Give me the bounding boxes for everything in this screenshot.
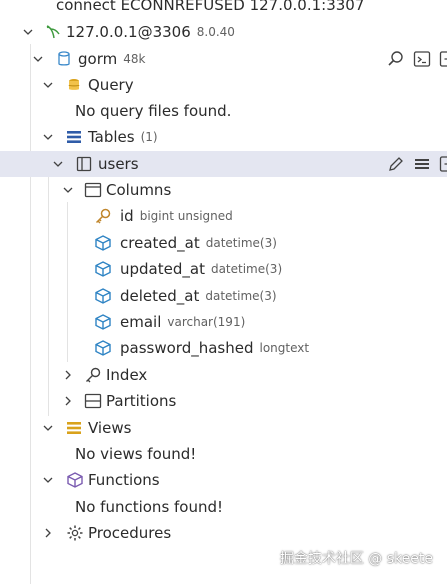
database-size: 48k — [123, 52, 146, 66]
views-label: Views — [88, 419, 132, 437]
column-name: created_at — [120, 234, 200, 252]
column-type: bigint unsigned — [139, 209, 233, 223]
cube-icon — [66, 467, 88, 493]
tables-icon — [66, 124, 88, 150]
database-explorer-tree: connect ECONNREFUSED 127.0.0.1:3307 127.… — [0, 0, 447, 584]
views-empty-message: No views found! — [75, 445, 197, 463]
chevron-down-icon[interactable] — [40, 72, 56, 98]
columns-node[interactable]: Columns — [0, 177, 447, 203]
table-node-users[interactable]: users — [0, 151, 447, 177]
chevron-down-icon[interactable] — [50, 151, 66, 177]
database-node[interactable]: gorm 48k — [0, 46, 447, 72]
views-node[interactable]: Views — [0, 415, 447, 441]
column-node[interactable]: id bigint unsigned — [0, 203, 447, 229]
tables-count: (1) — [140, 130, 158, 144]
list-icon[interactable] — [412, 154, 432, 174]
partitions-icon — [84, 388, 106, 414]
column-node[interactable]: deleted_at datetime(3) — [0, 283, 447, 309]
column-name: updated_at — [120, 260, 205, 278]
database-icon — [56, 46, 78, 72]
tables-node[interactable]: Tables (1) — [0, 124, 447, 150]
search-icon[interactable] — [386, 49, 406, 69]
column-type: datetime(3) — [205, 289, 277, 303]
chevron-down-icon[interactable] — [40, 467, 56, 493]
terminal-icon[interactable] — [412, 49, 432, 69]
views-icon — [66, 415, 88, 441]
coins-icon — [66, 72, 88, 98]
connection-error-text: connect ECONNREFUSED 127.0.0.1:3307 — [56, 0, 365, 14]
database-name: gorm — [78, 50, 118, 68]
functions-label: Functions — [88, 471, 160, 489]
functions-node[interactable]: Functions — [0, 467, 447, 493]
query-empty-row: No query files found. — [0, 98, 447, 124]
query-empty-message: No query files found. — [75, 102, 232, 120]
index-label: Index — [106, 366, 148, 384]
chevron-down-icon[interactable] — [60, 177, 76, 203]
chevron-right-icon[interactable] — [60, 362, 76, 388]
table-icon — [76, 151, 98, 177]
columns-icon — [84, 177, 106, 203]
functions-empty-message: No functions found! — [75, 498, 224, 516]
column-type: longtext — [259, 341, 310, 355]
query-node[interactable]: Query — [0, 72, 447, 98]
key-icon — [84, 362, 106, 388]
tables-label: Tables — [88, 128, 135, 146]
gear-icon — [66, 520, 88, 546]
chevron-down-icon[interactable] — [20, 19, 36, 45]
query-label: Query — [88, 76, 134, 94]
column-name: email — [120, 313, 162, 331]
partitions-node[interactable]: Partitions — [0, 388, 447, 414]
column-name: password_hashed — [120, 339, 254, 357]
database-actions — [386, 46, 447, 72]
column-node[interactable]: updated_at datetime(3) — [0, 256, 447, 282]
partitions-label: Partitions — [106, 392, 177, 410]
procedures-node[interactable]: Procedures — [0, 520, 447, 546]
column-node[interactable]: email varchar(191) — [0, 309, 447, 335]
connection-node[interactable]: 127.0.0.1@3306 8.0.40 — [0, 19, 447, 45]
procedures-label: Procedures — [88, 524, 172, 542]
column-type: varchar(191) — [167, 315, 246, 329]
table-actions — [386, 151, 447, 177]
key-icon — [94, 203, 120, 229]
cube-icon — [94, 335, 120, 361]
chevron-down-icon[interactable] — [40, 415, 56, 441]
column-node[interactable]: created_at datetime(3) — [0, 230, 447, 256]
connection-error-row: connect ECONNREFUSED 127.0.0.1:3307 — [0, 0, 447, 18]
chevron-down-icon[interactable] — [40, 124, 56, 150]
views-empty-row: No views found! — [0, 441, 447, 467]
cube-icon — [94, 309, 120, 335]
watermark: 掘金技术社区 @ skeete — [279, 551, 433, 567]
chevron-right-icon[interactable] — [40, 520, 56, 546]
chevron-down-icon[interactable] — [30, 46, 46, 72]
chevron-right-icon[interactable] — [60, 388, 76, 414]
table-name: users — [98, 155, 139, 173]
add-icon[interactable] — [438, 154, 447, 174]
dolphin-icon — [44, 19, 66, 45]
column-name: deleted_at — [120, 287, 200, 305]
column-node[interactable]: password_hashed longtext — [0, 335, 447, 361]
cube-icon — [94, 283, 120, 309]
connection-name: 127.0.0.1@3306 — [66, 23, 191, 41]
cube-icon — [94, 256, 120, 282]
columns-label: Columns — [106, 181, 172, 199]
column-name: id — [120, 207, 134, 225]
functions-empty-row: No functions found! — [0, 494, 447, 520]
connection-version: 8.0.40 — [196, 25, 235, 39]
edit-icon[interactable] — [386, 154, 406, 174]
column-type: datetime(3) — [205, 236, 277, 250]
add-icon[interactable] — [438, 49, 447, 69]
cube-icon — [94, 230, 120, 256]
column-type: datetime(3) — [210, 262, 283, 276]
index-node[interactable]: Index — [0, 362, 447, 388]
